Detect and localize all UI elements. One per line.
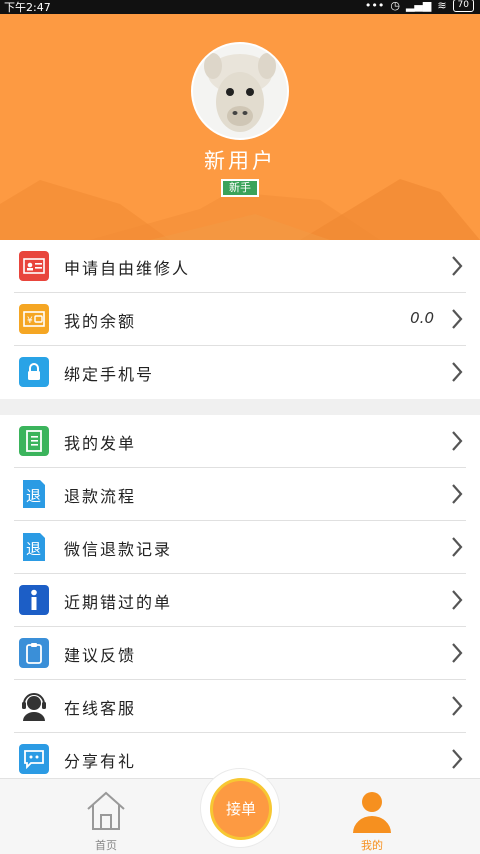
menu-item-label: 绑定手机号 [64, 365, 155, 384]
menu-item-label: 我的发单 [64, 434, 137, 453]
order-menu: 我的发单 退 退款流程 退 微信退款记录 近期错过的单 建议反馈 在线客服 分享… [0, 415, 480, 786]
chevron-right-icon [452, 749, 463, 769]
chevron-right-icon [452, 431, 463, 451]
menu-item-wechat-refund-record[interactable]: 退 微信退款记录 [0, 521, 480, 574]
chevron-right-icon [452, 256, 463, 276]
chevron-right-icon [452, 590, 463, 610]
menu-item-missed-orders[interactable]: 近期错过的单 [0, 574, 480, 627]
tab-home[interactable]: 首页 [76, 787, 136, 852]
profile-header: 新用户 新手 [0, 14, 480, 240]
account-menu: 申请自由维修人 ¥ 我的余额 0.0 绑定手机号 [0, 240, 480, 399]
chevron-right-icon [452, 696, 463, 716]
username: 新用户 [204, 149, 276, 173]
take-order-button[interactable]: 接单 [200, 768, 280, 848]
battery-icon: 70 [452, 0, 474, 12]
status-icons: ••• ◷ ▂▄▆ ≋ 70 [365, 0, 474, 12]
tab-profile-label: 我的 [361, 839, 383, 852]
notebook-icon [19, 426, 49, 456]
person-icon [353, 792, 391, 833]
take-order-label: 接单 [210, 778, 272, 840]
svg-text:¥: ¥ [27, 316, 33, 326]
headset-icon [19, 691, 49, 721]
chevron-right-icon [452, 484, 463, 504]
info-icon [19, 585, 49, 615]
refund-icon: 退 [19, 479, 49, 509]
tab-home-label: 首页 [95, 839, 117, 852]
menu-item-bind-phone[interactable]: 绑定手机号 [0, 346, 480, 399]
menu-item-feedback[interactable]: 建议反馈 [0, 627, 480, 680]
wallet-icon: ¥ [19, 304, 49, 334]
menu-item-apply-repairer[interactable]: 申请自由维修人 [0, 240, 480, 293]
status-time: 下午2:47 [4, 1, 51, 14]
menu-item-label: 申请自由维修人 [64, 259, 191, 278]
chevron-right-icon [452, 362, 463, 382]
id-card-icon [19, 251, 49, 281]
menu-item-label: 退款流程 [64, 487, 137, 506]
chevron-right-icon [452, 643, 463, 663]
alpaca-avatar-image [193, 44, 287, 138]
status-bar: 下午2:47 ••• ◷ ▂▄▆ ≋ 70 [0, 0, 480, 14]
refund-record-icon: 退 [19, 532, 49, 562]
tab-profile[interactable]: 我的 [342, 787, 402, 852]
wifi-icon: ≋ [437, 0, 447, 12]
clipboard-icon [19, 638, 49, 668]
alarm-icon: ◷ [390, 0, 400, 12]
lock-icon [19, 357, 49, 387]
avatar[interactable] [191, 42, 289, 140]
svg-text:退: 退 [26, 540, 41, 558]
menu-item-my-orders[interactable]: 我的发单 [0, 415, 480, 468]
chevron-right-icon [452, 309, 463, 329]
menu-item-balance[interactable]: ¥ 我的余额 0.0 [0, 293, 480, 346]
menu-item-label: 微信退款记录 [64, 540, 173, 559]
menu-item-label: 近期错过的单 [64, 593, 173, 612]
more-icon: ••• [364, 0, 385, 12]
signal-icon: ▂▄▆ [405, 0, 432, 12]
menu-item-label: 分享有礼 [64, 752, 137, 771]
share-chat-icon [19, 744, 49, 774]
chevron-right-icon [452, 537, 463, 557]
menu-item-label: 我的余额 [64, 312, 137, 331]
level-badge: 新手 [221, 179, 259, 197]
menu-item-refund-process[interactable]: 退 退款流程 [0, 468, 480, 521]
menu-item-label: 在线客服 [64, 699, 137, 718]
menu-item-label: 建议反馈 [64, 646, 137, 665]
svg-text:退: 退 [26, 487, 41, 505]
menu-item-online-service[interactable]: 在线客服 [0, 680, 480, 733]
home-icon [87, 791, 125, 830]
balance-value: 0.0 [410, 309, 434, 327]
